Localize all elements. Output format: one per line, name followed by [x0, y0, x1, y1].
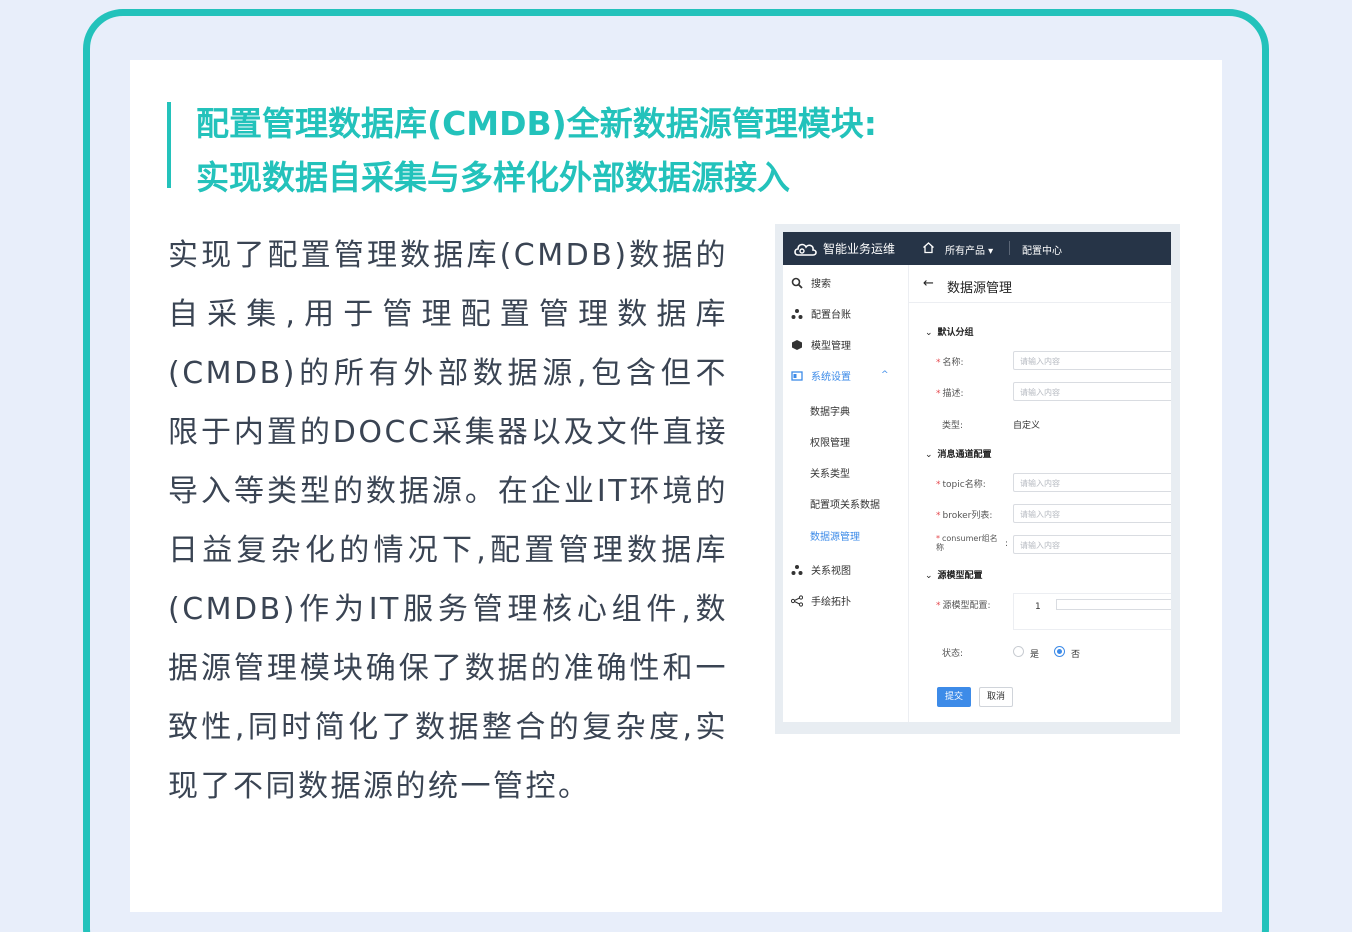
app-topbar: 智能业务运维 所有产品 ▾ 配置中心 — [783, 232, 1171, 265]
sidebar-item-perm-mgmt[interactable]: 权限管理 — [810, 434, 850, 449]
title-accent-bar — [167, 102, 171, 188]
sidebar-item-relation-view[interactable]: 关系视图 — [791, 562, 851, 577]
main-panel: ← 数据源管理 ⌄ 默认分组 * 名称: 请输入内容 * 描述: 请输入内容 类型: … — [909, 265, 1171, 722]
status-radio-yes[interactable] — [1013, 646, 1024, 657]
label-text: 源模型配置: — [942, 601, 991, 611]
sidebar: 搜索 配置台账 模型管理 系统设置 ^ 数据字典 权限管理 关系类型 配置项关系… — [783, 265, 909, 722]
source-model-editor[interactable]: 1 — [1013, 593, 1171, 630]
page-title: 配置管理数据库(CMDB)全新数据源管理模块: 实现数据自采集与多样化外部数据源… — [196, 97, 1016, 205]
sidebar-item-hand-topology[interactable]: 手绘拓扑 — [791, 593, 851, 608]
required-mark: * — [936, 389, 941, 399]
group-source-header[interactable]: ⌄ 源模型配置 — [925, 568, 983, 581]
sidebar-item-label: 模型管理 — [811, 341, 851, 352]
consumer-label: * consumer组名称 — [936, 534, 1004, 552]
status-no-label: 否 — [1071, 650, 1081, 660]
label-text: 名称: — [942, 358, 964, 368]
sidebar-item-data-dict[interactable]: 数据字典 — [810, 403, 850, 418]
sidebar-item-label: 配置项关系数据 — [810, 500, 880, 511]
submit-button[interactable]: 提交 — [937, 687, 971, 707]
cube-icon — [792, 339, 802, 350]
home-icon[interactable] — [922, 241, 935, 254]
sidebar-item-label: 配置台账 — [811, 310, 851, 321]
page-header: ← 数据源管理 — [909, 265, 1171, 303]
chevron-down-icon: ⌄ — [925, 571, 933, 581]
back-arrow-icon[interactable]: ← — [923, 276, 934, 291]
app-brand-name: 智能业务运维 — [823, 242, 896, 256]
sidebar-item-label: 数据字典 — [810, 407, 850, 418]
required-mark: * — [936, 511, 941, 521]
required-mark: * — [936, 534, 940, 543]
sidebar-item-label: 关系类型 — [810, 469, 850, 480]
nodes-icon — [791, 308, 803, 319]
chevron-down-icon: ⌄ — [925, 328, 933, 338]
sidebar-item-config-ledger[interactable]: 配置台账 — [791, 306, 851, 321]
sidebar-item-ci-relation-data[interactable]: 配置项关系数据 — [810, 496, 880, 511]
status-radio-no[interactable] — [1054, 646, 1065, 657]
status-label: 状态: — [942, 649, 964, 659]
type-label: 类型: — [942, 421, 964, 431]
required-mark: * — [936, 601, 941, 611]
sidebar-item-system-settings[interactable]: 系统设置 — [791, 368, 851, 383]
sidebar-item-label: 数据源管理 — [810, 532, 860, 543]
datasource-page-title: 数据源管理 — [947, 281, 1013, 296]
name-label: * 名称: — [936, 355, 964, 368]
type-value: 自定义 — [1013, 421, 1041, 431]
group-msg-header[interactable]: ⌄ 消息通道配置 — [925, 447, 992, 460]
status-yes-label: 是 — [1030, 650, 1040, 660]
nav-config-center[interactable]: 配置中心 — [1022, 242, 1062, 257]
source-model-label: * 源模型配置: — [936, 598, 991, 611]
sidebar-item-label: 关系视图 — [811, 566, 851, 577]
required-mark: * — [936, 358, 941, 368]
topic-input[interactable]: 请输入内容 — [1013, 473, 1171, 492]
sidebar-item-label: 搜索 — [811, 279, 831, 290]
search-icon — [791, 277, 803, 289]
code-line-number: 1 — [1035, 602, 1041, 612]
required-mark: * — [936, 480, 941, 490]
topic-label: * topic名称: — [936, 477, 986, 490]
nav-all-products[interactable]: 所有产品 ▾ — [945, 242, 993, 257]
sidebar-item-label: 权限管理 — [810, 438, 850, 449]
label-text: broker列表: — [942, 511, 993, 521]
sidebar-item-search[interactable]: 搜索 — [791, 275, 831, 290]
label-text: consumer组名称 — [936, 534, 998, 552]
sidebar-item-model-mgmt[interactable]: 模型管理 — [791, 337, 851, 352]
desc-label: * 描述: — [936, 386, 964, 399]
consumer-input[interactable]: 请输入内容 — [1013, 535, 1171, 554]
consumer-label-colon: : — [1005, 539, 1009, 549]
body-paragraph: 实现了配置管理数据库(CMDB)数据的自采集,用于管理配置管理数据库(CMDB)… — [168, 238, 728, 804]
group-label: 默认分组 — [937, 328, 974, 338]
group-label: 源模型配置 — [937, 571, 983, 581]
label-text: topic名称: — [942, 480, 986, 490]
group-label: 消息通道配置 — [937, 450, 992, 460]
chevron-down-icon: ⌄ — [925, 450, 933, 460]
desc-input[interactable]: 请输入内容 — [1013, 382, 1171, 401]
title-line-2: 实现数据自采集与多样化外部数据源接入 — [196, 158, 790, 197]
title-line-1: 配置管理数据库(CMDB)全新数据源管理模块: — [196, 104, 877, 143]
broker-input[interactable]: 请输入内容 — [1013, 504, 1171, 523]
broker-label: * broker列表: — [936, 508, 992, 521]
label-text: 描述: — [942, 389, 964, 399]
cancel-button[interactable]: 取消 — [979, 687, 1013, 707]
cloud-logo-icon — [794, 243, 817, 256]
code-line-input[interactable] — [1056, 599, 1171, 610]
name-input[interactable]: 请输入内容 — [1013, 351, 1171, 370]
sidebar-item-datasource-mgmt[interactable]: 数据源管理 — [810, 528, 860, 543]
sidebar-item-label: 手绘拓扑 — [811, 597, 851, 608]
sidebar-item-label: 系统设置 — [811, 372, 851, 383]
sidebar-item-relation-type[interactable]: 关系类型 — [810, 465, 850, 480]
nav-divider — [1009, 241, 1010, 255]
chevron-up-icon[interactable]: ^ — [881, 370, 889, 380]
settings-window-icon — [791, 370, 803, 381]
app-screenshot: 智能业务运维 所有产品 ▾ 配置中心 搜索 配置台账 模型管理 系统设置 ^ 数… — [783, 232, 1171, 722]
topology-icon — [791, 594, 803, 607]
group-default-header[interactable]: ⌄ 默认分组 — [925, 325, 974, 338]
nodes-icon — [791, 564, 803, 575]
